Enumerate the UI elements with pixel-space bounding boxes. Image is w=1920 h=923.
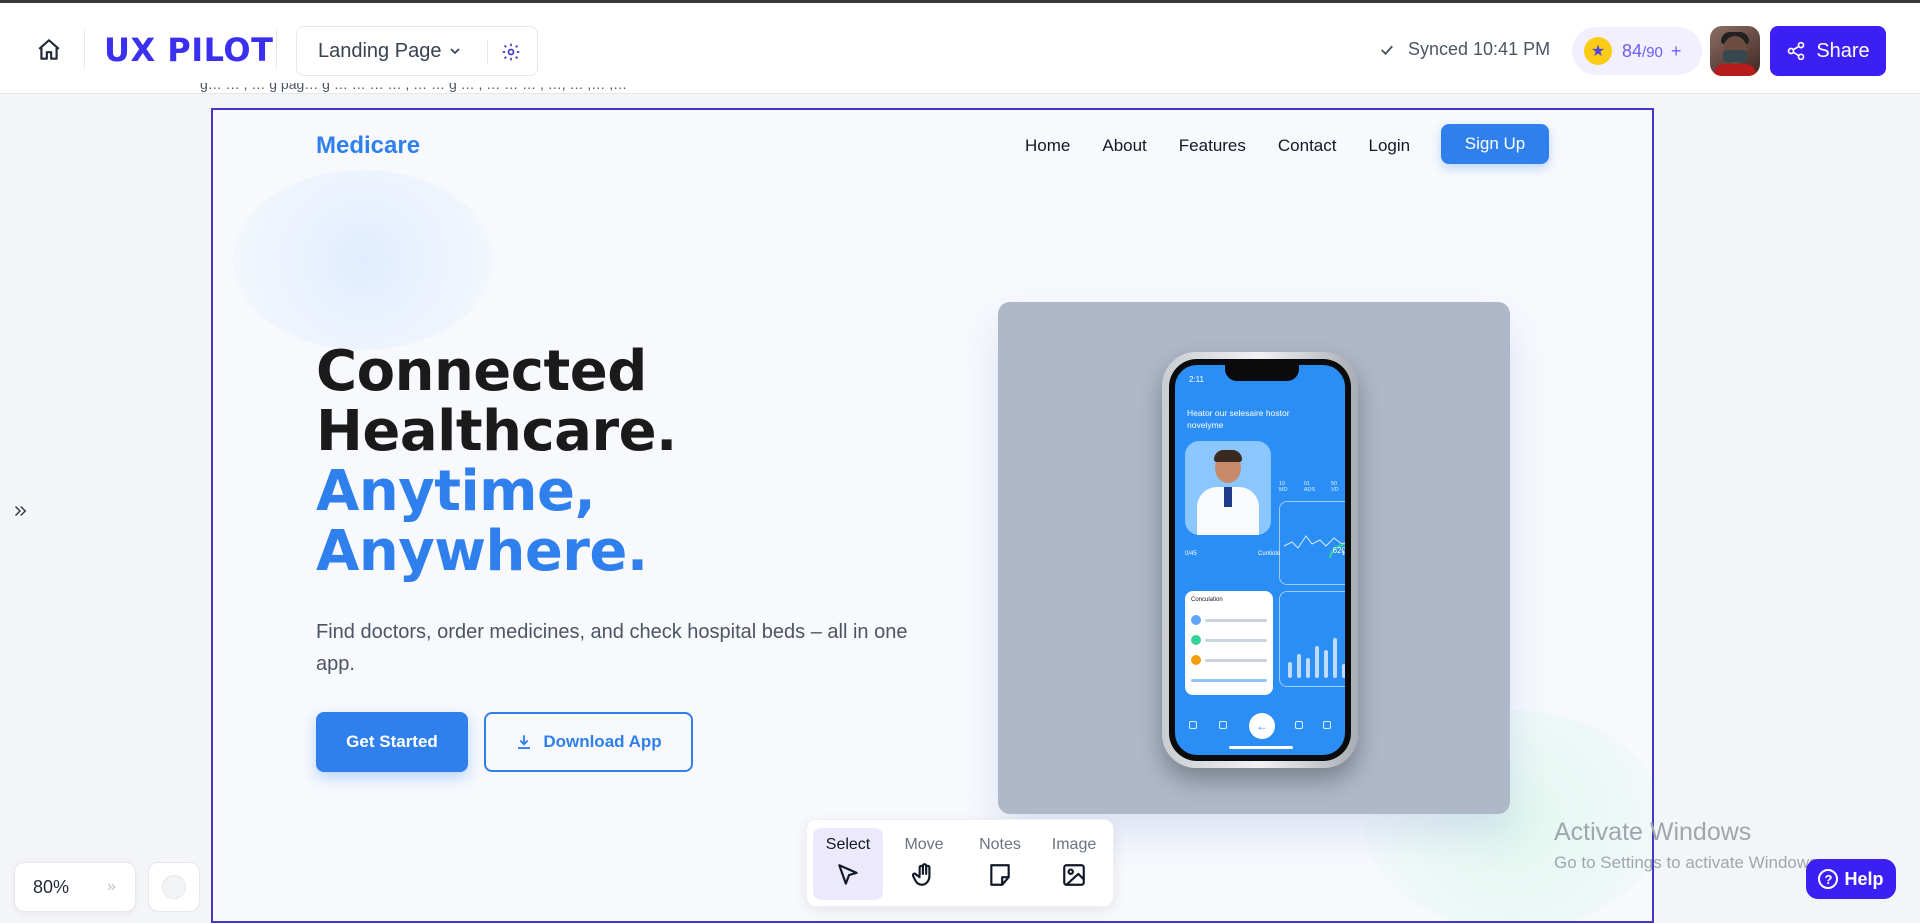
- phone-stats: 0/45 Cuntiote 1515: [1185, 551, 1345, 557]
- page-selector[interactable]: Landing Page: [296, 26, 538, 76]
- double-chevron-right-icon: [14, 505, 27, 517]
- download-app-button[interactable]: Download App: [484, 712, 693, 772]
- tool-image[interactable]: Image: [1039, 828, 1109, 900]
- tool-move-label: Move: [904, 836, 944, 853]
- credits-total: /90: [1642, 43, 1663, 61]
- tool-notes[interactable]: Notes: [965, 828, 1035, 900]
- hand-icon: [911, 863, 931, 886]
- question-icon: ?: [1818, 869, 1839, 889]
- tool-select-label: Select: [825, 836, 871, 853]
- status-toggle[interactable]: [148, 862, 200, 912]
- phone-stat: 0/45: [1185, 551, 1197, 557]
- phone-time: 2:11: [1189, 375, 1204, 384]
- phone-title: Heator our selesaire hostor novelyme: [1187, 408, 1290, 430]
- page-selector-label: Landing Page: [318, 39, 442, 62]
- phone-tabs: 10 MD 01 ADS 50 VD: [1279, 481, 1345, 493]
- share-icon: [1787, 41, 1805, 61]
- tool-notes-label: Notes: [979, 836, 1021, 853]
- credits-badge[interactable]: ★ 84/90 +: [1572, 27, 1702, 75]
- top-bar: UX PILOT Landing Page Synced 10:41 PM ★ …: [0, 0, 1920, 94]
- share-button[interactable]: Share: [1770, 26, 1886, 76]
- expand-sidebar-button[interactable]: [10, 499, 30, 523]
- tool-select[interactable]: Select: [813, 828, 883, 900]
- phone-tab: 10 MD: [1279, 481, 1288, 493]
- phone-nav: ←: [1175, 707, 1345, 755]
- home-button[interactable]: [32, 33, 66, 67]
- nav-features[interactable]: Features: [1179, 136, 1246, 156]
- design-frame[interactable]: Medicare Home About Features Contact Log…: [211, 108, 1654, 923]
- phone-tab: 50 VD: [1330, 481, 1339, 493]
- nav-contact[interactable]: Contact: [1278, 136, 1337, 156]
- nav-login[interactable]: Login: [1368, 136, 1410, 156]
- site-logo[interactable]: Medicare: [316, 132, 420, 160]
- zoom-level: 80%: [33, 876, 70, 897]
- zoom-control[interactable]: 80% »: [14, 862, 136, 912]
- circle-icon: [162, 875, 186, 899]
- phone-mockup: 2:11 Heator our selesaire hostor novelym…: [1162, 352, 1358, 768]
- watermark-subtitle: Go to Settings to activate Windows.: [1554, 853, 1823, 872]
- phone-stat: 1515: [1341, 551, 1345, 557]
- divider: [487, 40, 488, 64]
- windows-activation-watermark: Activate Windows Go to Settings to activ…: [1554, 818, 1822, 873]
- divider: [84, 29, 85, 69]
- sync-status-text: Synced 10:41 PM: [1408, 39, 1551, 59]
- share-label: Share: [1816, 39, 1870, 62]
- hero-line-4: Anywhere.: [316, 519, 648, 584]
- star-coin-icon: ★: [1584, 37, 1612, 65]
- credits-count: 84/90: [1622, 41, 1663, 62]
- download-icon: [518, 735, 531, 749]
- cursor-icon: [838, 864, 858, 885]
- phone-bar-chart: [1279, 591, 1345, 687]
- hero-line-2: Healthcare.: [316, 399, 677, 464]
- page-settings-button[interactable]: [499, 40, 523, 64]
- doctor-photo: [1185, 441, 1271, 535]
- canvas-toolbar: Select Move Notes Image: [806, 819, 1114, 907]
- hero-subtext: Find doctors, order medicines, and check…: [316, 621, 908, 675]
- download-app-label: Download App: [543, 732, 662, 751]
- app-mockup-image: 2:11 Heator our selesaire hostor novelym…: [998, 302, 1510, 814]
- brand-logo[interactable]: UX PILOT: [104, 31, 273, 69]
- divider: [276, 29, 277, 69]
- signup-button[interactable]: Sign Up: [1441, 124, 1549, 164]
- prompt-text: g… … , … g pag… g … … … … , … … g … , … …: [200, 83, 1620, 97]
- phone-list-title: Conculation: [1191, 597, 1223, 603]
- user-avatar[interactable]: [1710, 26, 1760, 76]
- hero-line-3: Anytime,: [316, 459, 596, 524]
- site-nav: Home About Features Contact Login: [1025, 136, 1410, 156]
- phone-tab: 01 ADS: [1303, 481, 1316, 493]
- get-started-button[interactable]: Get Started: [316, 712, 468, 772]
- image-icon: [1063, 864, 1085, 886]
- prompt-text-content: g… … , … g pag… g … … … … , … … g … , … …: [200, 83, 628, 92]
- sync-status: Synced 10:41 PM: [1378, 39, 1550, 60]
- check-icon: [1381, 45, 1393, 55]
- nav-about[interactable]: About: [1102, 136, 1146, 156]
- help-label: Help: [1844, 868, 1884, 889]
- hero-line-1: Connected: [316, 339, 647, 404]
- help-button[interactable]: ? Help: [1806, 859, 1896, 899]
- chevron-down-icon: [447, 43, 463, 59]
- hero-heading: Connected Healthcare. Anytime, Anywhere.: [316, 342, 677, 582]
- nav-home[interactable]: Home: [1025, 136, 1070, 156]
- tool-move[interactable]: Move: [889, 828, 959, 900]
- tool-image-label: Image: [1051, 836, 1097, 853]
- watermark-title: Activate Windows: [1554, 818, 1752, 846]
- credits-used: 84: [1622, 40, 1643, 61]
- phone-consult-list: Conculation: [1185, 591, 1273, 695]
- add-credits-icon[interactable]: +: [1671, 41, 1682, 62]
- home-icon: [38, 39, 60, 60]
- double-chevron-right-icon[interactable]: »: [107, 878, 116, 896]
- phone-stat: Cuntiote: [1257, 551, 1281, 557]
- note-icon: [990, 864, 1010, 886]
- phone-heart-card: 620: [1279, 501, 1345, 585]
- gear-icon: [502, 43, 520, 61]
